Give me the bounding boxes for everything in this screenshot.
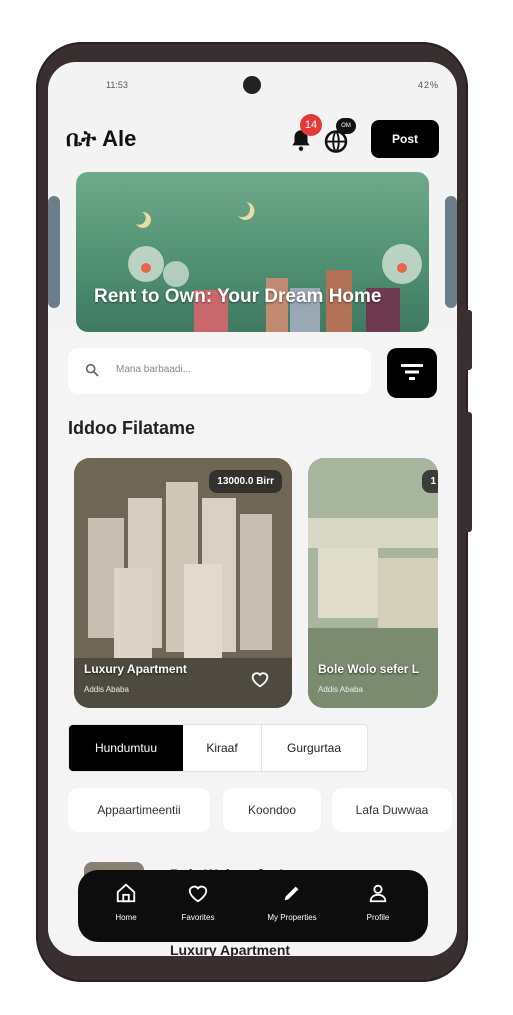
chip-land[interactable]: Lafa Duwwaa	[332, 788, 452, 832]
heart-icon[interactable]	[250, 670, 270, 688]
nav-profile-label: Profile	[366, 913, 390, 922]
nav-home-label: Home	[115, 913, 137, 922]
nav-my-properties[interactable]: My Properties	[254, 882, 330, 922]
bottom-nav: Home Favorites My Properties Profile	[78, 870, 428, 942]
status-battery: 42%	[417, 80, 439, 90]
post-button[interactable]: Post	[371, 120, 439, 158]
pencil-icon	[284, 886, 299, 901]
tab-all[interactable]: Hundumtuu	[69, 725, 183, 771]
listing-type-tabs: Hundumtuu Kiraaf Gurgurtaa	[68, 724, 368, 772]
app-logo: ቤት Ale	[66, 126, 137, 151]
search-placeholder: Mana barbaadi...	[116, 364, 192, 375]
card-location: Addis Ababa	[318, 685, 363, 694]
filter-icon	[401, 363, 423, 380]
nav-profile[interactable]: Profile	[350, 882, 406, 922]
featured-section-title: Iddoo Filatame	[68, 418, 196, 438]
banner-carousel[interactable]: Rent to Own: Your Dream Home	[48, 172, 457, 332]
promo-banner[interactable]: Rent to Own: Your Dream Home	[76, 172, 429, 332]
card-location: Addis Ababa	[84, 685, 129, 694]
card-title: Luxury Apartment	[84, 662, 187, 676]
chip-condo[interactable]: Koondoo	[223, 788, 321, 832]
power-button	[466, 412, 472, 532]
content-sheet: Mana barbaadi... Iddoo Filatame 13000.0 …	[48, 332, 457, 956]
tab-sale[interactable]: Gurgurtaa	[262, 725, 366, 771]
camera-hole	[243, 76, 261, 94]
next-slide	[445, 196, 457, 308]
home-icon	[116, 883, 136, 903]
filter-button[interactable]	[387, 348, 437, 398]
list-item[interactable]: Luxury Apartment	[84, 942, 437, 956]
search-icon	[85, 363, 99, 377]
banner-title: Rent to Own: Your Dream Home	[94, 286, 382, 307]
price-tag: 1	[422, 470, 438, 493]
nav-favorites-label: Favorites	[181, 913, 215, 922]
card-title: Bole Wolo sefer L	[318, 662, 420, 676]
price-tag: 13000.0 Birr	[209, 470, 282, 493]
person-icon	[369, 884, 387, 903]
volume-button	[466, 310, 472, 370]
language-badge: OM	[336, 118, 356, 134]
prev-slide	[48, 196, 60, 308]
heart-icon	[188, 885, 208, 903]
nav-my-properties-label: My Properties	[267, 913, 317, 922]
property-card[interactable]: 13000.0 Birr Luxury Apartment Addis Abab…	[74, 458, 292, 708]
app-screen: 11:53 42% ቤት Ale 14 OM Post Rent to Own:…	[48, 62, 457, 956]
notification-badge: 14	[300, 114, 322, 136]
property-card[interactable]: 1 Bole Wolo sefer L Addis Ababa	[308, 458, 438, 708]
nav-home[interactable]: Home	[100, 882, 152, 922]
nav-favorites[interactable]: Favorites	[166, 882, 230, 922]
banner-illustration-icon	[128, 202, 422, 332]
list-title: Luxury Apartment	[170, 942, 291, 956]
tab-rent[interactable]: Kiraaf	[183, 725, 262, 771]
chip-apartment[interactable]: Appaartimeentii	[68, 788, 210, 832]
status-time: 11:53	[106, 80, 128, 90]
search-bar[interactable]: Mana barbaadi...	[68, 348, 371, 394]
app-header: ቤት Ale 14 OM Post	[66, 114, 439, 160]
